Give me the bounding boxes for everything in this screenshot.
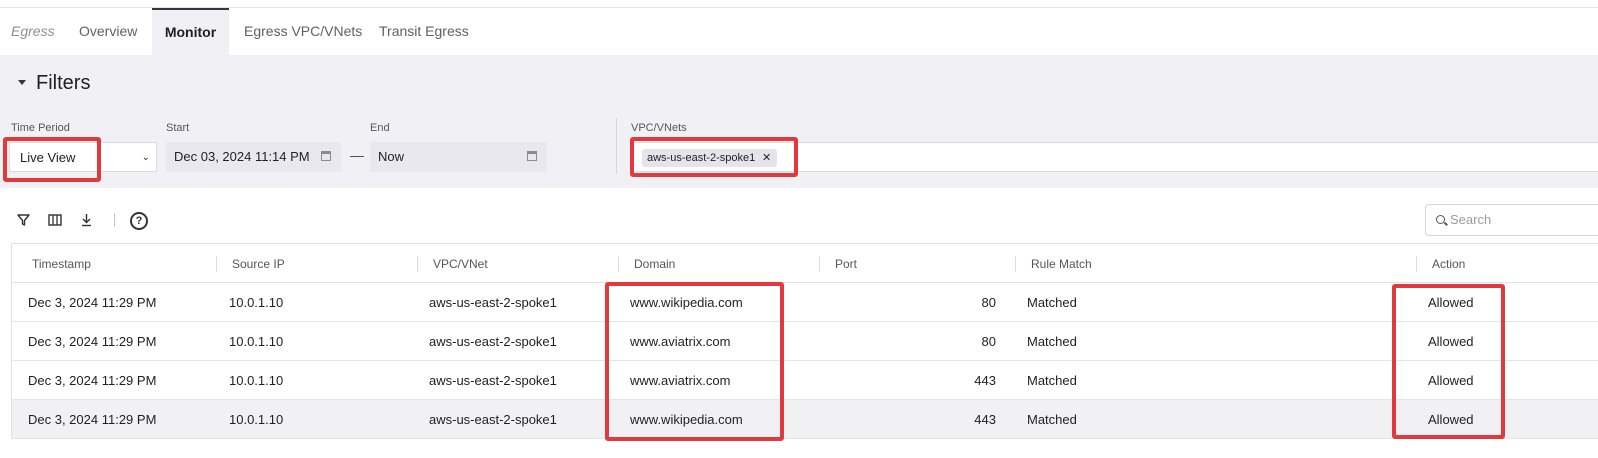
calendar-icon[interactable]: [321, 151, 331, 161]
tab-egress-vpc-vnets[interactable]: Egress VPC/VNets: [244, 8, 362, 55]
column-header-domain[interactable]: Domain: [634, 244, 675, 282]
tab-transit-egress[interactable]: Transit Egress: [379, 8, 469, 55]
column-divider[interactable]: [417, 256, 418, 272]
column-header-action[interactable]: Action: [1432, 244, 1465, 282]
caret-down-icon: [18, 80, 26, 85]
column-divider[interactable]: [1015, 256, 1016, 272]
chevron-down-icon: ⌄: [141, 152, 150, 163]
cell-rule-match: Matched: [1027, 373, 1077, 388]
filters-panel: Filters Time Period Live View ⌄ Start De…: [0, 55, 1598, 188]
cell-port: 443: [974, 373, 996, 388]
calendar-icon[interactable]: [527, 151, 537, 161]
cell-vpc: aws-us-east-2-spoke1: [429, 295, 557, 310]
date-range-separator: —: [350, 147, 364, 163]
tab-egress[interactable]: Egress: [11, 8, 55, 55]
cell-port: 80: [981, 334, 996, 349]
tab-monitor[interactable]: Monitor: [152, 8, 229, 55]
column-header-port[interactable]: Port: [835, 244, 857, 282]
cell-vpc: aws-us-east-2-spoke1: [429, 412, 557, 427]
column-divider[interactable]: [819, 256, 820, 272]
cell-source-ip: 10.0.1.10: [229, 412, 284, 427]
highlight-vpc-chip: [630, 137, 798, 177]
cell-source-ip: 10.0.1.10: [229, 334, 284, 349]
cell-rule-match: Matched: [1027, 295, 1077, 310]
table-row[interactable]: Dec 3, 2024 11:29 PM 10.0.1.10 aws-us-ea…: [11, 361, 1598, 400]
table-row[interactable]: Dec 3, 2024 11:29 PM 10.0.1.10 aws-us-ea…: [11, 283, 1598, 322]
cell-port: 80: [981, 295, 996, 310]
cell-timestamp: Dec 3, 2024 11:29 PM: [28, 412, 157, 427]
column-header-vpc-vnet[interactable]: VPC/VNet: [433, 244, 488, 282]
start-label: Start: [166, 122, 190, 134]
search-icon: [1436, 215, 1445, 224]
highlight-action-column: [1392, 284, 1505, 439]
highlight-time-period: [3, 137, 101, 182]
cell-rule-match: Matched: [1027, 334, 1077, 349]
end-date-value: Now: [378, 149, 405, 164]
cell-vpc: aws-us-east-2-spoke1: [429, 373, 557, 388]
cell-port: 443: [974, 412, 996, 427]
cell-rule-match: Matched: [1027, 412, 1077, 427]
tab-bar: Egress Overview Monitor Egress VPC/VNets…: [0, 8, 1598, 55]
column-header-rule-match[interactable]: Rule Match: [1031, 244, 1092, 282]
search-placeholder: Search: [1450, 212, 1492, 227]
table-row[interactable]: Dec 3, 2024 11:29 PM 10.0.1.10 aws-us-ea…: [11, 322, 1598, 361]
toolbar-divider: [114, 213, 115, 227]
cell-timestamp: Dec 3, 2024 11:29 PM: [28, 373, 157, 388]
search-input[interactable]: Search: [1425, 204, 1598, 236]
help-icon[interactable]: ?: [130, 212, 148, 230]
top-bar: [0, 0, 1598, 8]
end-label: End: [370, 122, 390, 134]
vpc-vnets-label: VPC/VNets: [631, 122, 687, 134]
column-divider[interactable]: [216, 256, 217, 272]
cell-timestamp: Dec 3, 2024 11:29 PM: [28, 295, 157, 310]
end-date-input[interactable]: Now: [370, 142, 547, 172]
tab-overview[interactable]: Overview: [79, 8, 137, 55]
cell-vpc: aws-us-east-2-spoke1: [429, 334, 557, 349]
columns-icon[interactable]: [48, 212, 62, 228]
filter-icon[interactable]: [17, 212, 30, 228]
filters-title: Filters: [36, 72, 91, 94]
table-header: Timestamp Source IP VPC/VNet Domain Port…: [11, 243, 1598, 283]
start-date-value: Dec 03, 2024 11:14 PM: [174, 149, 310, 164]
column-divider[interactable]: [1416, 256, 1417, 272]
time-period-label: Time Period: [11, 122, 70, 134]
filters-toggle[interactable]: Filters: [14, 72, 90, 95]
column-divider[interactable]: [618, 256, 619, 272]
start-date-input[interactable]: Dec 03, 2024 11:14 PM: [166, 142, 341, 172]
table-row[interactable]: Dec 3, 2024 11:29 PM 10.0.1.10 aws-us-ea…: [11, 400, 1598, 439]
logs-table: Timestamp Source IP VPC/VNet Domain Port…: [11, 243, 1598, 439]
column-header-timestamp[interactable]: Timestamp: [32, 244, 91, 282]
cell-source-ip: 10.0.1.10: [229, 373, 284, 388]
cell-source-ip: 10.0.1.10: [229, 295, 284, 310]
download-icon[interactable]: [80, 212, 93, 228]
filter-divider: [616, 118, 617, 174]
highlight-domain-column: [605, 282, 784, 441]
cell-timestamp: Dec 3, 2024 11:29 PM: [28, 334, 157, 349]
column-header-source-ip[interactable]: Source IP: [232, 244, 285, 282]
